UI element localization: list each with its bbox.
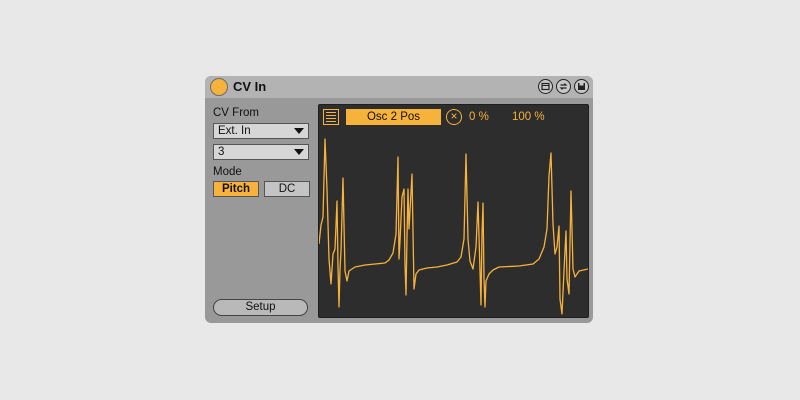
cv-channel-value: 3 — [218, 146, 225, 158]
chevron-down-icon — [294, 128, 304, 134]
cv-source-dropdown[interactable]: Ext. In — [213, 123, 309, 139]
device-title-bar: CV In — [205, 76, 593, 98]
mode-label: Mode — [213, 166, 242, 178]
cv-from-label: CV From — [213, 107, 259, 119]
cv-waveform-line — [319, 138, 588, 315]
chevron-down-icon — [294, 149, 304, 155]
clear-mapping-icon[interactable]: × — [446, 109, 462, 125]
cv-channel-dropdown[interactable]: 3 — [213, 144, 309, 160]
mapping-target-button[interactable]: Osc 2 Pos — [346, 109, 441, 125]
range-max-value[interactable]: 100 % — [512, 110, 545, 124]
cv-in-device: CV In CV From Ext. In 3 Mode Pitch DC Se… — [205, 76, 593, 323]
save-icon[interactable] — [574, 79, 589, 94]
cv-waveform — [319, 138, 588, 315]
hot-swap-icon[interactable] — [556, 79, 571, 94]
mode-dc-button[interactable]: DC — [264, 181, 310, 197]
cv-source-value: Ext. In — [218, 125, 251, 137]
maximize-icon[interactable] — [538, 79, 553, 94]
range-min-value[interactable]: 0 % — [469, 110, 489, 124]
cv-scope-display: Osc 2 Pos × 0 % 100 % — [318, 104, 589, 318]
map-menu-icon[interactable] — [323, 109, 339, 125]
device-power-toggle[interactable] — [210, 78, 228, 96]
setup-button[interactable]: Setup — [213, 299, 308, 316]
mode-pitch-button[interactable]: Pitch — [213, 181, 259, 197]
device-title: CV In — [233, 79, 267, 94]
